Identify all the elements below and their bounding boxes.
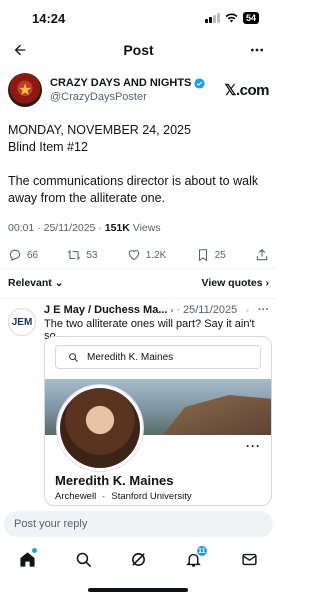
chevron-right-icon: › [265, 277, 270, 289]
tab-notifications[interactable]: 11 [180, 545, 208, 573]
author-handle[interactable]: @CrazyDaysPoster [50, 91, 224, 103]
reply-header: J E May / Duchess Ma... · 25/11/2025 ··· [44, 304, 269, 316]
views-label: Views [132, 222, 161, 234]
reply-image[interactable]: Meredith K. Maines ··· Meredith K. Maine… [44, 336, 272, 506]
grok-icon[interactable] [246, 305, 249, 316]
reply-count: 66 [27, 249, 39, 261]
like-button[interactable]: 1.2K [127, 248, 167, 262]
post-date-line: MONDAY, NOVEMBER 24, 2025 [8, 123, 191, 137]
grok-icon [132, 552, 145, 566]
top-nav: Post [0, 36, 277, 64]
repost-icon [67, 249, 81, 261]
back-button[interactable] [8, 38, 32, 62]
author-name-row[interactable]: CRAZY DAYS AND NIGHTS [50, 77, 224, 89]
search-text: Meredith K. Maines [87, 351, 174, 363]
chevron-down-icon: ⌄ [54, 277, 64, 289]
repost-button[interactable]: 53 [67, 248, 98, 262]
platform-logo: 𝕏.com [224, 82, 269, 99]
page-title: Post [123, 42, 154, 58]
tab-home[interactable] [14, 545, 42, 573]
view-quotes-label: View quotes [201, 277, 263, 289]
sort-relevant-button[interactable]: Relevant ⌄ [8, 277, 64, 289]
sort-label: Relevant [8, 277, 52, 289]
reply-sort-row: Relevant ⌄ View quotes › [8, 274, 269, 292]
profile-name: Meredith K. Maines [55, 473, 174, 488]
battery-icon: 54 [242, 12, 259, 24]
home-dot [31, 548, 37, 553]
star-icon: ★ [17, 82, 33, 99]
post-body: The communications director is about to … [8, 174, 259, 205]
tab-grok[interactable] [124, 545, 152, 573]
author-names: CRAZY DAYS AND NIGHTS @CrazyDaysPoster [50, 77, 224, 103]
signal-icon [204, 13, 220, 23]
reply-input[interactable]: Post your reply [4, 511, 273, 537]
view-quotes-button[interactable]: View quotes › [202, 277, 270, 289]
bookmark-count: 25 [214, 249, 226, 261]
bookmark-button[interactable]: 25 [196, 248, 226, 262]
profile-org: Archewell [55, 491, 97, 502]
card-more-icon: ··· [246, 439, 261, 453]
wifi-icon [225, 13, 238, 23]
post-meta: 00:01 · 25/11/2025 · 151K Views [8, 222, 161, 234]
tab-search[interactable] [69, 545, 97, 573]
profile-photo [57, 385, 143, 471]
status-time: 14:24 [32, 10, 66, 26]
post-item-line: Blind Item #12 [8, 140, 88, 154]
screenshot-search-box: Meredith K. Maines [55, 345, 261, 369]
affiliation-separator: · [102, 491, 106, 502]
meta-separator: · [34, 222, 44, 234]
reply-more-icon[interactable]: ··· [258, 304, 269, 316]
author-avatar[interactable]: ★ [8, 73, 42, 107]
back-arrow-icon [14, 44, 26, 56]
mail-icon [242, 553, 257, 565]
reply-author-name[interactable]: J E May / Duchess Ma... [44, 304, 168, 316]
heart-icon [128, 250, 139, 261]
post-time: 00:01 [8, 222, 35, 234]
home-icon [20, 551, 35, 567]
like-count: 1.2K [145, 249, 167, 261]
status-icons: 54 [204, 12, 259, 24]
meta-separator: · [95, 222, 105, 234]
notifications-badge: 11 [195, 545, 208, 557]
reply-placeholder: Post your reply [14, 518, 88, 530]
status-bar: 14:24 54 [0, 0, 277, 36]
post-text: MONDAY, NOVEMBER 24, 2025 Blind Item #12… [8, 122, 269, 207]
verified-icon [194, 77, 205, 89]
reply-avatar[interactable]: JEM [8, 308, 36, 336]
bookmark-icon [198, 249, 207, 262]
share-button[interactable] [255, 248, 269, 262]
author-name: CRAZY DAYS AND NIGHTS [50, 77, 192, 89]
reply-button[interactable]: 66 [8, 248, 38, 262]
reply-date: · 25/11/2025 [176, 304, 238, 316]
post-date: 25/11/2025 [43, 222, 96, 234]
divider [0, 298, 277, 299]
more-options-button[interactable] [245, 38, 269, 62]
share-icon [256, 249, 268, 261]
post-text-heading: MONDAY, NOVEMBER 24, 2025 Blind Item #12 [8, 122, 269, 156]
views-count: 151K [104, 222, 130, 234]
cliff-shape [163, 395, 271, 435]
post-actions: 66 53 1.2K 25 [8, 245, 269, 265]
search-icon [76, 552, 91, 567]
more-icon [251, 48, 263, 52]
repost-count: 53 [86, 249, 98, 261]
divider [0, 268, 277, 269]
post-author: ★ CRAZY DAYS AND NIGHTS @CrazyDaysPoster… [8, 70, 269, 110]
bottom-tab-bar: 11 [0, 545, 277, 573]
reply-icon [9, 249, 21, 262]
search-icon [69, 352, 78, 362]
profile-school: Stanford University [111, 491, 192, 502]
profile-affiliations: Archewell · Stanford University [55, 491, 192, 502]
verified-icon [170, 308, 174, 312]
home-indicator [88, 588, 188, 592]
tab-messages[interactable] [235, 545, 263, 573]
